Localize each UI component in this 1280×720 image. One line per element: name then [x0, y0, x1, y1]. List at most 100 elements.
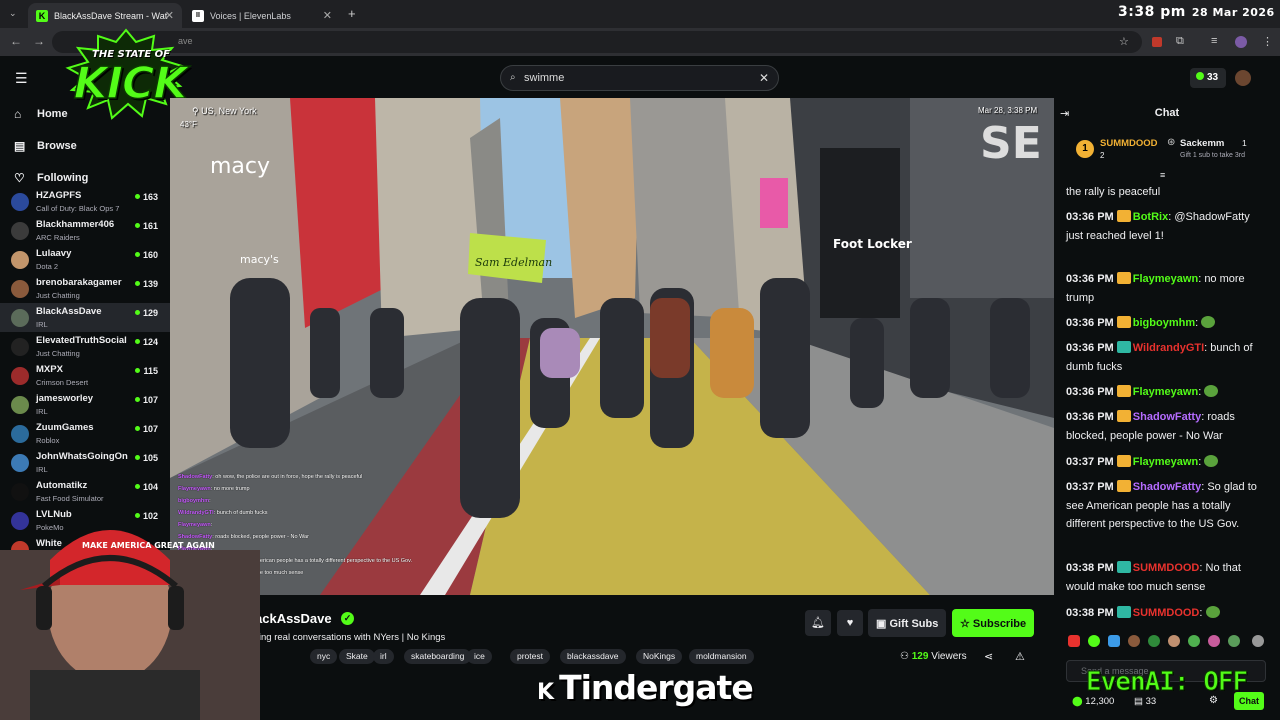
chat-username[interactable]: ShadowFatty — [1133, 481, 1201, 493]
media-controls-icon[interactable]: ≡ — [1211, 35, 1217, 47]
close-tab-icon[interactable]: ✕ — [165, 9, 174, 22]
tab-elevenlabs[interactable]: II Voices | ElevenLabs ✕ — [184, 3, 340, 28]
tab-kick-stream[interactable]: K BlackAssDave Stream - Wat ✕ — [28, 3, 182, 28]
emote-icon[interactable] — [1188, 635, 1200, 647]
hamburger-menu-icon[interactable]: ☰ — [15, 70, 28, 87]
evenai-overlay: EvenAI: OFF — [1085, 667, 1248, 698]
top-gifter-name[interactable]: SUMMDOOD — [1100, 138, 1158, 149]
new-tab-icon[interactable]: + — [348, 6, 356, 21]
home-icon: ⌂ — [14, 107, 22, 121]
stream-tag[interactable]: blackassdave — [560, 649, 626, 664]
user-badge-icon — [1116, 272, 1131, 284]
back-icon[interactable]: ← — [10, 34, 22, 48]
emote-icon[interactable] — [1208, 635, 1220, 647]
sidebar-channel[interactable]: JohnWhatsGoingOn IRL 105 — [0, 448, 170, 477]
chat-message: 03:36 PM Flaymeyawn: — [1066, 383, 1266, 402]
verified-icon: ✓ — [341, 612, 354, 625]
tab-title: Voices | ElevenLabs — [210, 10, 291, 21]
tab-list-icon[interactable]: ⌄ — [9, 8, 17, 19]
pin-icon: ⚲ — [192, 106, 202, 116]
sidebar-channel[interactable]: Lulaavy Dota 2 160 — [0, 245, 170, 274]
extension-icon[interactable] — [1152, 37, 1162, 47]
channel-viewers: 107 — [135, 395, 158, 405]
chat-username[interactable]: SUMMDOOD — [1133, 562, 1200, 574]
chat-username[interactable]: SUMMDOOD — [1133, 607, 1200, 619]
svg-text:macy: macy — [210, 154, 270, 179]
chat-username[interactable]: BotRix — [1133, 211, 1168, 223]
svg-text:MAKE AMERICA GREAT AGAIN: MAKE AMERICA GREAT AGAIN — [82, 541, 215, 550]
chat-username[interactable]: bigboymhm — [1133, 317, 1195, 329]
follow-heart-button[interactable]: ♥ — [837, 610, 863, 636]
channel-avatar — [11, 193, 29, 211]
emote-icon[interactable] — [1252, 635, 1264, 647]
sidebar-channel[interactable]: ElevatedTruthSocial Just Chatting 124 — [0, 332, 170, 361]
subscribe-button[interactable]: ☆ Subscribe — [952, 609, 1034, 637]
search-input[interactable]: ⌕ swimme ✕ — [500, 65, 779, 91]
report-icon[interactable]: ⚠ — [1015, 650, 1025, 663]
chat-username[interactable]: Flaymeyawn — [1133, 273, 1198, 285]
second-gifter-name[interactable]: Sackemm — [1180, 138, 1224, 149]
channel-avatar — [11, 251, 29, 269]
chat-timestamp: 03:36 PM — [1066, 317, 1114, 329]
sidebar-channel[interactable]: Blackhammer406 ARC Raiders 161 — [0, 216, 170, 245]
stream-tag[interactable]: ice — [467, 649, 492, 664]
svg-text:macy's: macy's — [240, 253, 279, 266]
stream-tag[interactable]: protest — [510, 649, 550, 664]
chat-timestamp: 03:38 PM — [1066, 607, 1114, 619]
kick-favicon-icon: K — [36, 9, 48, 22]
pinned-gifters: 1 SUMMDOOD 2 ⊛ Sackemm 1 Gift 1 sub to t… — [1066, 132, 1266, 168]
emote-icon[interactable] — [1068, 635, 1080, 647]
sidebar-channel[interactable]: jamesworley IRL 107 — [0, 390, 170, 419]
sidebar-channel[interactable]: ZuumGames Roblox 107 — [0, 419, 170, 448]
sidebar-channel[interactable]: brenobarakagamer Just Chatting 139 — [0, 274, 170, 303]
viewer-count: ⚇ 129 Viewers — [900, 651, 967, 662]
close-tab-icon[interactable]: ✕ — [323, 9, 332, 22]
stream-tag[interactable]: skateboarding — [404, 649, 472, 664]
emote-icon[interactable] — [1128, 635, 1140, 647]
chat-message: the rally is peaceful — [1066, 183, 1266, 202]
chat-title: Chat — [1154, 107, 1180, 119]
user-avatar[interactable] — [1235, 70, 1251, 86]
emote-icon[interactable] — [1108, 635, 1120, 647]
emote-icon[interactable] — [1228, 635, 1240, 647]
sidebar-channel[interactable]: BlackAssDave IRL 129 — [0, 303, 170, 332]
bookmark-star-icon[interactable]: ☆ — [1119, 35, 1129, 48]
chat-username[interactable]: Flaymeyawn — [1133, 456, 1198, 468]
chat-timestamp: 03:37 PM — [1066, 456, 1114, 468]
points-icon — [1196, 72, 1204, 80]
emote-icon[interactable] — [1088, 635, 1100, 647]
channel-viewers: 124 — [135, 337, 158, 347]
emote-icon[interactable] — [1148, 635, 1160, 647]
browser-menu-icon[interactable]: ⋮ — [1262, 35, 1273, 48]
notification-bell-button[interactable]: 🔔︎ — [805, 610, 831, 636]
extensions-puzzle-icon[interactable]: ⧉ — [1176, 35, 1184, 48]
gift-subs-button[interactable]: ▣ Gift Subs — [868, 609, 946, 637]
stream-tag[interactable]: moldmansion — [689, 649, 754, 664]
channel-points[interactable]: 33 — [1190, 68, 1226, 88]
clear-search-icon[interactable]: ✕ — [759, 71, 769, 85]
chat-username[interactable]: WildrandyGTI — [1133, 342, 1204, 354]
chat-username[interactable]: ShadowFatty — [1133, 411, 1201, 423]
chat-message: 03:36 PM ShadowFatty: roads blocked, peo… — [1066, 410, 1235, 442]
heart-icon: ♡ — [14, 171, 25, 185]
pin-expand-icon[interactable]: ≡ — [1160, 170, 1165, 180]
stream-tag[interactable]: irl — [373, 649, 394, 664]
sidebar-item-following[interactable]: ♡ Following — [14, 171, 88, 185]
channel-name: jamesworley — [36, 393, 94, 404]
top-gifter-count: 2 — [1100, 151, 1105, 160]
star-icon: ☆ — [960, 618, 973, 630]
chat-username[interactable]: Flaymeyawn — [1133, 386, 1198, 398]
video-player[interactable]: SE Sam Edelman Foot Locker macy's macy ⚲… — [170, 98, 1054, 595]
stream-tag[interactable]: Skate — [339, 649, 375, 664]
sidebar-channel[interactable]: MXPX Crimson Desert 115 — [0, 361, 170, 390]
emote-icon — [1205, 606, 1220, 618]
sidebar-channel[interactable]: HZAGPFS Call of Duty: Black Ops 7 163 — [0, 187, 170, 216]
channel-category: Just Chatting — [36, 349, 80, 358]
sidebar-item-browse[interactable]: ▤ Browse — [14, 139, 77, 153]
channel-viewers: 139 — [135, 279, 158, 289]
share-icon[interactable]: ⋖ — [984, 650, 993, 663]
stream-tag[interactable]: NoKings — [636, 649, 683, 664]
profile-avatar[interactable] — [1235, 36, 1247, 48]
emote-icon[interactable] — [1168, 635, 1180, 647]
stream-tag[interactable]: nyc — [310, 649, 338, 664]
